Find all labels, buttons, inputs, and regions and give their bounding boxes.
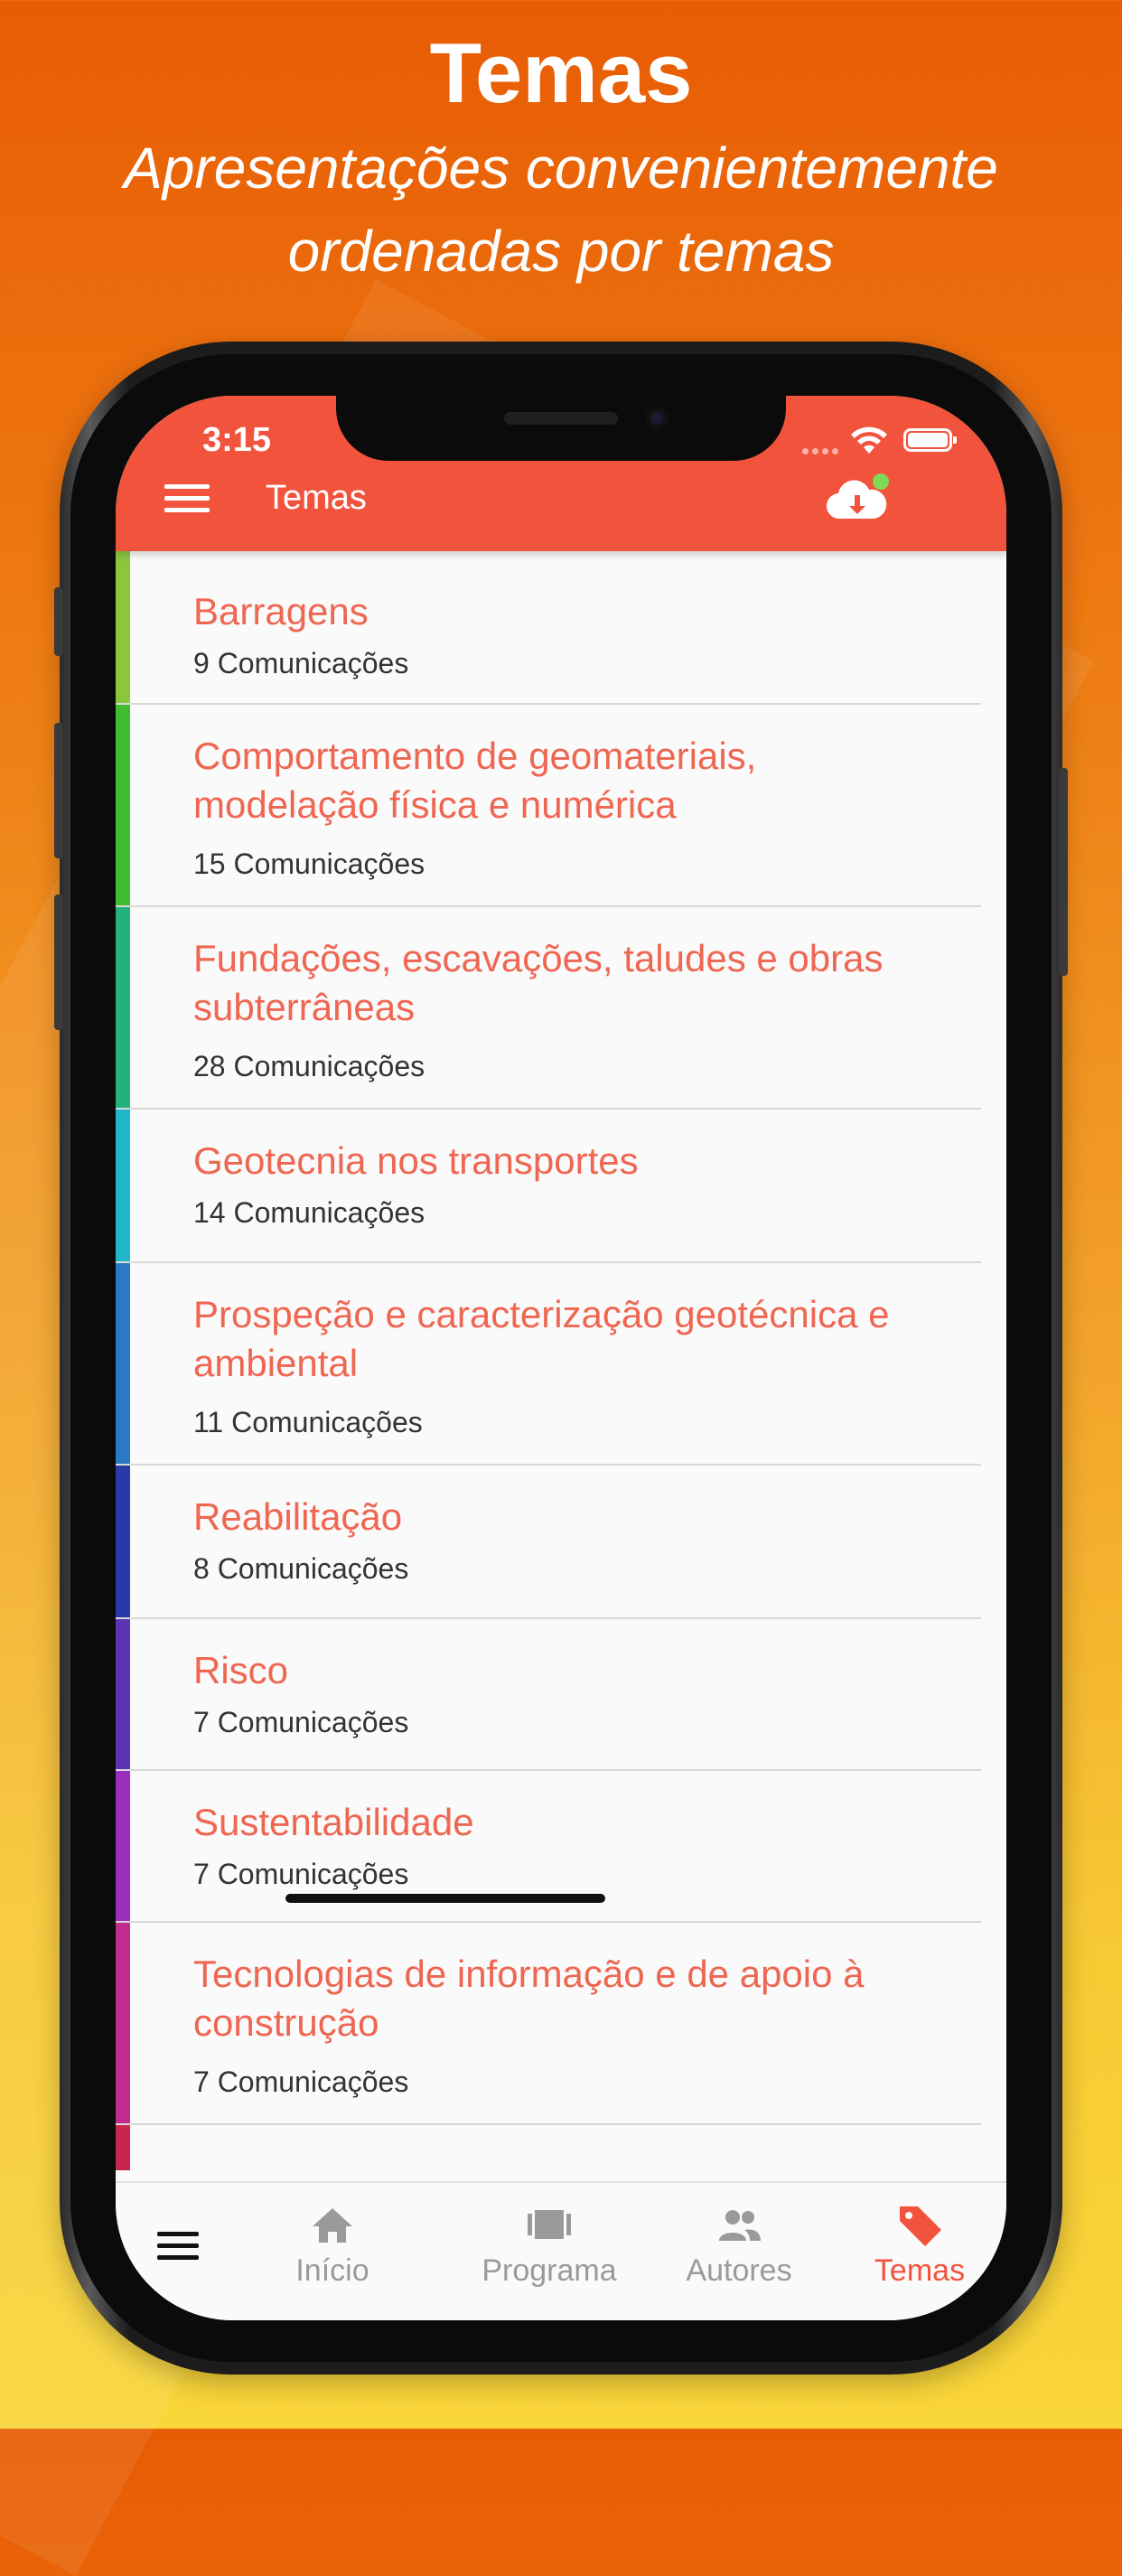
front-camera (645, 407, 669, 430)
topic-count: 7 Comunicações (193, 1706, 409, 1738)
tab-label: Programa (482, 2253, 617, 2288)
topic-color-bar (116, 551, 130, 703)
list-item[interactable]: Comportamento de geomateriais, modelação… (116, 705, 981, 907)
topic-title: Reabilitação (193, 1495, 403, 1538)
tab-label: Temas (874, 2253, 966, 2288)
topic-color-bar (116, 2125, 130, 2170)
topic-count: 28 Comunicações (193, 1050, 425, 1082)
hamburger-menu-icon (157, 2232, 199, 2236)
topic-count: 14 Comunicações (193, 1196, 425, 1229)
home-indicator[interactable] (285, 1894, 605, 1903)
list-item[interactable]: Fundações, escavações, taludes e obras s… (116, 907, 981, 1110)
menu-button[interactable] (164, 484, 210, 517)
tab-inicio[interactable]: Início (269, 2199, 396, 2289)
topic-count: 8 Comunicações (193, 1552, 409, 1585)
topic-count: 15 Comunicações (193, 848, 425, 880)
topic-count: 7 Comunicações (193, 2065, 409, 2098)
topic-title: Geotecnia nos transportes (193, 1139, 639, 1182)
topic-title: Comportamento de geomateriais, modelação… (193, 735, 757, 826)
cellular-signal-icon (802, 443, 842, 454)
phone-screen: 3:15 Temas Barragens 9 Comunicações Comp… (116, 396, 1006, 2320)
topic-color-bar (116, 1110, 130, 1261)
schedule-icon (528, 2210, 571, 2239)
list-item[interactable]: Tecnologias de informação e de apoio à c… (116, 1923, 981, 2125)
topic-count: 11 Comunicações (193, 1406, 423, 1438)
tag-icon (900, 2206, 941, 2246)
online-indicator (873, 473, 889, 490)
topic-color-bar (116, 1923, 130, 2123)
list-item[interactable]: Geotecnia nos transportes 14 Comunicaçõe… (116, 1110, 981, 1263)
topic-color-bar (116, 1619, 130, 1769)
topic-color-bar (116, 705, 130, 905)
tab-programa[interactable]: Programa (450, 2199, 649, 2289)
tab-label: Autores (686, 2253, 792, 2288)
phone-power-button (1059, 768, 1068, 976)
list-item[interactable]: Risco 7 Comunicações (116, 1619, 981, 1771)
list-item[interactable]: Barragens 9 Comunicações (116, 551, 981, 705)
promo-headline: Temas (429, 25, 693, 120)
topic-title: Sustentabilidade (193, 1801, 474, 1843)
tab-label: Início (295, 2253, 369, 2288)
status-time: 3:15 (202, 421, 272, 459)
page-title: Temas (266, 479, 367, 517)
home-icon (313, 2208, 352, 2243)
topic-title: Risco (193, 1649, 289, 1691)
topic-color-bar (116, 1466, 130, 1617)
tab-autores[interactable]: Autores (658, 2199, 820, 2289)
phone-volume-up (54, 723, 63, 858)
topic-color-bar (116, 1263, 130, 1464)
drawer-menu-button[interactable] (157, 2232, 199, 2264)
people-icon (719, 2210, 761, 2241)
phone-volume-down (54, 895, 63, 1030)
topic-title: Fundações, escavações, taludes e obras s… (193, 937, 884, 1028)
battery-icon (903, 428, 957, 452)
bottom-tab-bar: Início Programa Autores Temas (116, 2181, 1006, 2320)
list-item-partial[interactable] (116, 2125, 981, 2170)
promo-subheadline: Apresentações convenientemente ordenadas… (124, 136, 998, 284)
phone-notch (336, 396, 786, 461)
tab-temas[interactable]: Temas (856, 2199, 983, 2289)
topics-list: Barragens 9 Comunicações Comportamento d… (116, 551, 981, 2170)
topic-color-bar (116, 907, 130, 1108)
hamburger-menu-icon (164, 484, 210, 489)
topic-title: Prospeção e caracterização geotécnica e … (193, 1293, 890, 1384)
topic-title: Tecnologias de informação e de apoio à c… (193, 1953, 865, 2044)
phone-mute-switch (54, 587, 63, 656)
topic-title: Barragens (193, 590, 369, 632)
speaker-grille (504, 412, 618, 425)
topic-count: 9 Comunicações (193, 647, 409, 679)
wifi-icon (851, 426, 887, 454)
topic-count: 7 Comunicações (193, 1858, 409, 1890)
topic-color-bar (116, 1771, 130, 1921)
list-item[interactable]: Prospeção e caracterização geotécnica e … (116, 1263, 981, 1466)
list-item[interactable]: Reabilitação 8 Comunicações (116, 1466, 981, 1619)
